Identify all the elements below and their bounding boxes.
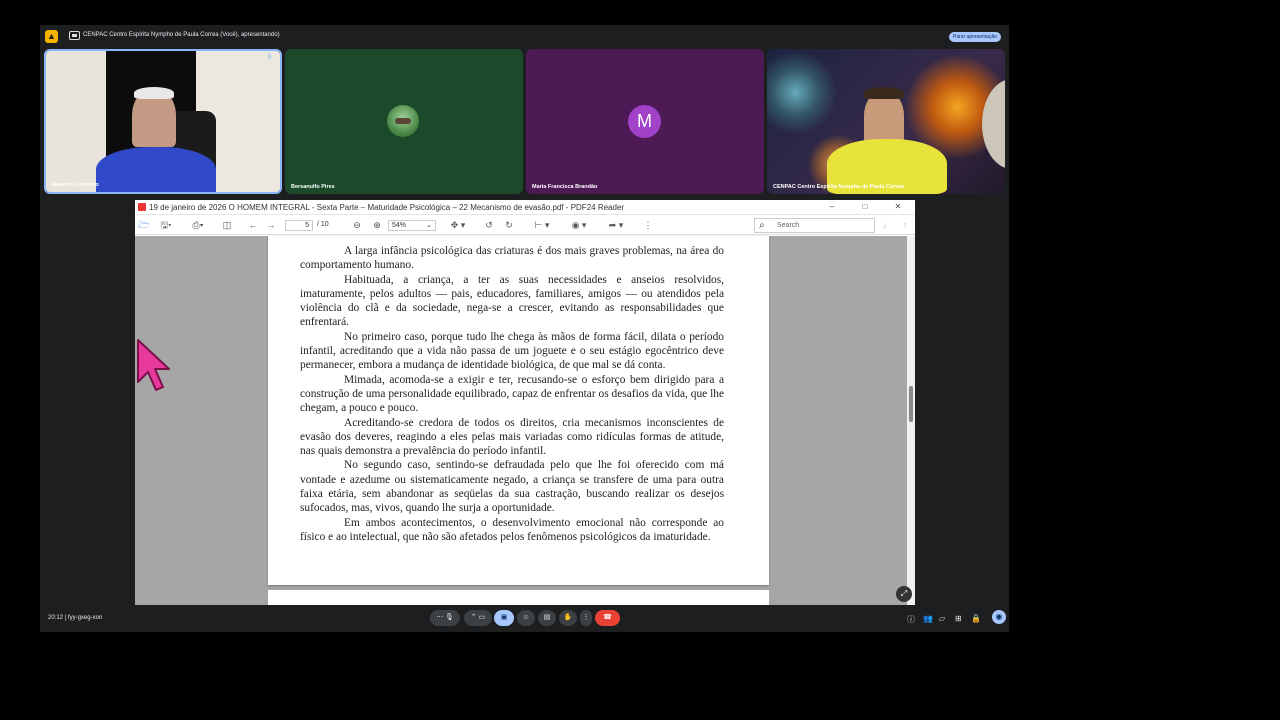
emoji-button[interactable]: ☺ bbox=[517, 610, 535, 626]
pdf-page: A larga infância psicológica das criatur… bbox=[268, 236, 769, 585]
paragraph: Em ambos acontecimentos, o desenvolvimen… bbox=[300, 516, 724, 543]
paragraph: No segundo caso, sentindo-se defraudada … bbox=[300, 459, 724, 515]
scrollbar-thumb[interactable] bbox=[909, 386, 913, 422]
camera-button[interactable]: ⌃ ▭ bbox=[464, 610, 492, 626]
present-button[interactable]: ▣ bbox=[494, 610, 514, 626]
info-icon[interactable]: ⓘ bbox=[907, 614, 915, 625]
search-down-icon[interactable]: ↓ bbox=[879, 219, 891, 232]
avatar: M bbox=[628, 105, 661, 138]
paragraph: Habituada, a criança, a ter as suas nece… bbox=[300, 273, 724, 329]
chevron-down-icon: ⌄ bbox=[426, 222, 432, 229]
pdf24-app-icon bbox=[138, 203, 146, 211]
paragraph: No primeiro caso, porque tudo lhe chega … bbox=[300, 330, 724, 372]
presentation-icon bbox=[69, 31, 80, 40]
pdf-viewer-window: 19 de janeiro de 2026 O HOMEM INTEGRAL -… bbox=[135, 200, 915, 605]
participant-tile[interactable]: ⦀ Mauricio Carneiro bbox=[44, 49, 282, 194]
more-options-button[interactable]: ⋮ bbox=[580, 610, 592, 626]
search-icon: ⌕ bbox=[759, 220, 765, 231]
document-canvas[interactable]: A larga infância psicológica das criatur… bbox=[135, 236, 907, 605]
document-text: A larga infância psicológica das criatur… bbox=[300, 244, 724, 544]
pointer-cursor-icon bbox=[137, 339, 170, 391]
search-up-icon[interactable]: ↑ bbox=[899, 219, 911, 232]
zoom-select[interactable]: 54% ⌄ bbox=[388, 220, 436, 231]
people-icon[interactable]: 👥 bbox=[923, 614, 933, 623]
paragraph: Mimada, acomoda-se a exigir e ter, recus… bbox=[300, 373, 724, 415]
page-count: / 10 bbox=[317, 221, 329, 228]
avatar bbox=[387, 105, 419, 137]
close-icon[interactable]: ✕ bbox=[891, 202, 905, 211]
rotate-left-icon[interactable]: ↺ bbox=[483, 219, 495, 232]
paragraph: A larga infância psicológica das criatur… bbox=[300, 245, 724, 272]
activities-icon[interactable]: ⊞ bbox=[955, 614, 962, 623]
rotate-right-icon[interactable]: ↻ bbox=[503, 219, 515, 232]
sidebar-icon[interactable]: ◫ bbox=[221, 219, 233, 232]
audio-level-icon: ⦀ bbox=[268, 54, 272, 61]
participant-name: Maria Francisca Brandão bbox=[532, 184, 598, 190]
pan-tool-icon[interactable]: ✥ ▾ bbox=[446, 219, 470, 232]
minimize-icon[interactable]: – bbox=[825, 202, 839, 211]
stop-presenting-button[interactable]: Parar apresentação bbox=[949, 32, 1001, 42]
fullscreen-icon[interactable]: ⤢ bbox=[896, 586, 912, 602]
hangup-button[interactable]: ☎ bbox=[595, 610, 620, 626]
meet-top-bar: ▲ CENPAC Centro Espírita Nympho de Paula… bbox=[40, 25, 1009, 47]
window-title: 19 de janeiro de 2026 O HOMEM INTEGRAL -… bbox=[149, 203, 625, 212]
zoom-value: 54% bbox=[392, 222, 407, 229]
toolbar: 🗁 🖫▾ ⎙▾ ◫ ← → 5 / 10 ⊖ ⊕ 54% ⌄ ✥ ▾ ↺ ↻ ⊢ … bbox=[135, 216, 915, 235]
open-folder-icon[interactable]: 🗁 bbox=[138, 219, 150, 232]
fit-width-icon[interactable]: ⊢ ▾ bbox=[529, 219, 555, 232]
host-controls-icon[interactable]: 🔒 bbox=[971, 614, 981, 623]
participant-tile[interactable]: M Maria Francisca Brandão bbox=[526, 49, 764, 194]
mic-button[interactable]: ⋯ 🎙 bbox=[430, 610, 460, 626]
account-icon[interactable]: ◉ bbox=[992, 610, 1006, 624]
share-icon[interactable]: ➦ ▾ bbox=[602, 219, 630, 232]
search-input[interactable]: ⌕ Search bbox=[754, 218, 875, 233]
print-icon[interactable]: ⎙▾ bbox=[188, 219, 208, 232]
raise-hand-button[interactable]: ✋ bbox=[559, 610, 577, 626]
search-placeholder: Search bbox=[777, 222, 800, 229]
save-icon[interactable]: 🖫▾ bbox=[157, 219, 175, 232]
zoom-in-icon[interactable]: ⊕ bbox=[371, 219, 383, 232]
view-mode-icon[interactable]: ◉ ▾ bbox=[566, 219, 592, 232]
participant-name: Mauricio Carneiro bbox=[52, 182, 99, 188]
participant-name: Bersanulfo Pires bbox=[291, 184, 335, 190]
meeting-code: fyy-gxeg-xon bbox=[67, 615, 103, 621]
zoom-out-icon[interactable]: ⊖ bbox=[351, 219, 363, 232]
participant-name: CENPAC Centro Espírita Nympho de Paula C… bbox=[773, 184, 904, 190]
maximize-icon[interactable]: □ bbox=[858, 202, 872, 211]
paragraph: Acreditando-se credora de todos os direi… bbox=[300, 416, 724, 458]
title-bar: 19 de janeiro de 2026 O HOMEM INTEGRAL -… bbox=[135, 200, 915, 215]
lock-icon[interactable]: ▲ bbox=[45, 30, 58, 43]
page-number-input[interactable]: 5 bbox=[285, 220, 313, 231]
chat-icon[interactable]: ▱ bbox=[939, 614, 945, 623]
forward-arrow-icon[interactable]: → bbox=[265, 219, 277, 232]
meet-control-bar: 20:12 | fyy-gxeg-xon ⋯ 🎙 ⌃ ▭ ▣ ☺ ▤ ✋ ⋮ ☎… bbox=[40, 607, 1009, 632]
vertical-scrollbar[interactable] bbox=[907, 236, 915, 605]
more-menu-icon[interactable]: ⋮ bbox=[643, 219, 653, 232]
meeting-clock: 20:12 | fyy-gxeg-xon bbox=[48, 615, 103, 621]
meeting-title: CENPAC Centro Espírita Nympho de Paula C… bbox=[83, 32, 280, 38]
participant-tile[interactable]: CENPAC Centro Espírita Nympho de Paula C… bbox=[767, 49, 1005, 194]
back-arrow-icon[interactable]: ← bbox=[247, 219, 259, 232]
captions-button[interactable]: ▤ bbox=[538, 610, 556, 626]
next-pdf-page bbox=[268, 590, 769, 605]
participant-tile[interactable]: Bersanulfo Pires bbox=[285, 49, 523, 194]
